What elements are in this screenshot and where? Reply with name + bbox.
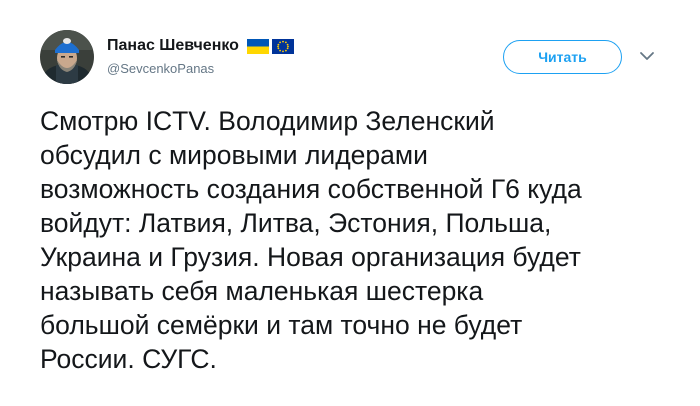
- tweet-text-line: России. СУГС.: [40, 344, 217, 374]
- flag-emojis: [244, 38, 294, 54]
- tweet-text-line: войдут: Латвия, Литва, Эстония, Польша,: [40, 208, 552, 238]
- tweet-text-line: большой семёрки и там точно не будет: [40, 310, 523, 340]
- tweet-text-line: называть себя маленькая шестерка: [40, 276, 484, 306]
- display-name[interactable]: Панас Шевченко: [107, 37, 239, 55]
- tweet-text-line: возможность создания собственной Г6 куда: [40, 174, 582, 204]
- tweet-text: Смотрю ICTV. Володимир Зеленский обсудил…: [40, 104, 680, 376]
- tweet-text-line: Украина и Грузия. Новая организация буде…: [40, 242, 581, 272]
- follow-button[interactable]: Читать: [503, 40, 622, 74]
- eu-flag-icon: [271, 38, 294, 54]
- tweet-card: Панас Шевченко @SevcenkoPanas Читать Смо…: [0, 0, 700, 406]
- chevron-down-icon[interactable]: [639, 50, 655, 62]
- ukraine-flag-icon: [246, 38, 269, 54]
- avatar-image: [40, 30, 94, 84]
- user-handle[interactable]: @SevcenkoPanas: [107, 61, 214, 76]
- author-name-row: Панас Шевченко: [107, 35, 294, 57]
- tweet-text-line: обсудил с мировыми лидерами: [40, 140, 428, 170]
- avatar[interactable]: [40, 30, 94, 84]
- tweet-text-line: Смотрю ICTV. Володимир Зеленский: [40, 106, 495, 136]
